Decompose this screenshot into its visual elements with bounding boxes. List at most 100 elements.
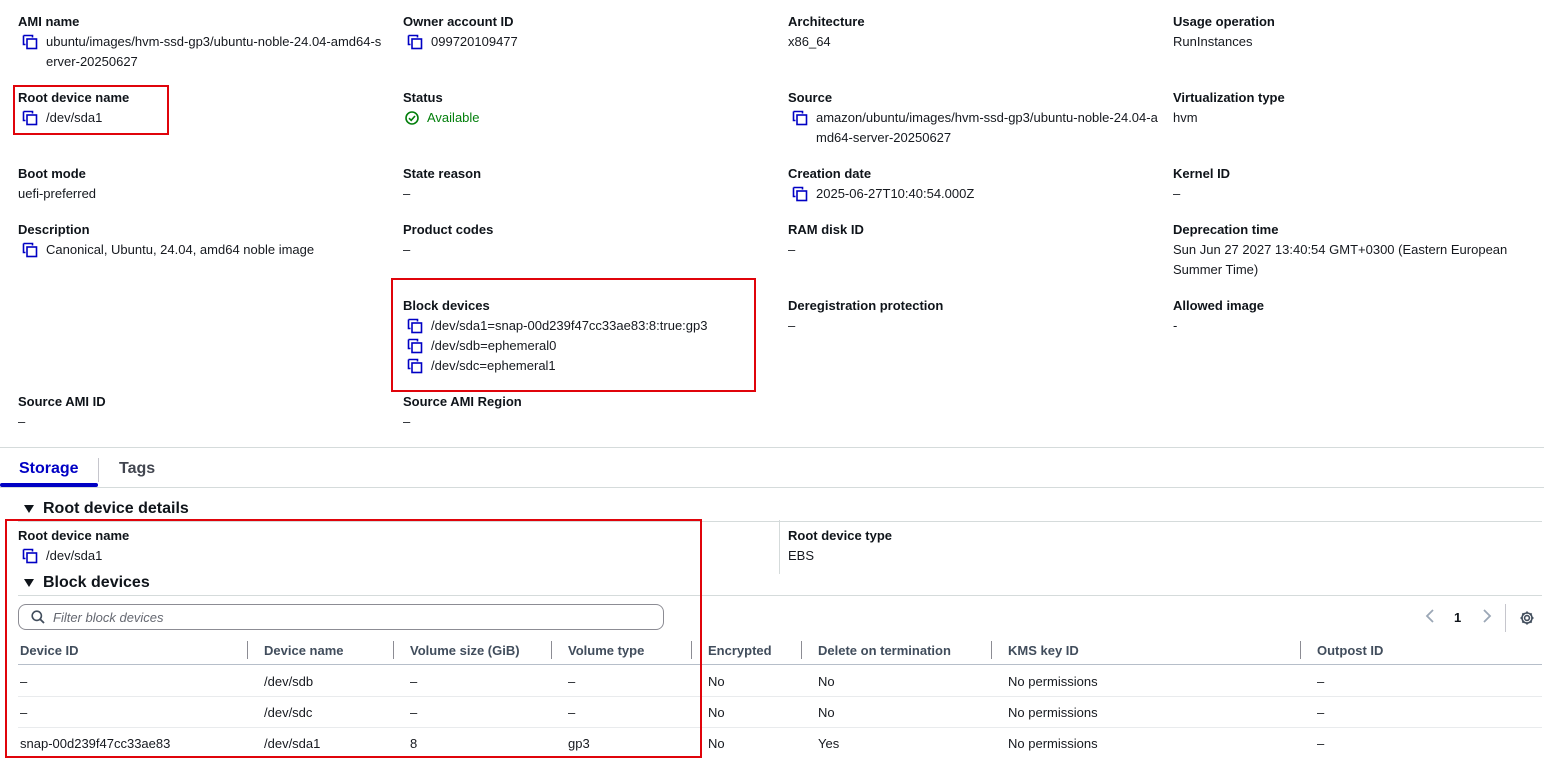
divider [0,447,1544,448]
field-boot-mode: Boot mode uefi-preferred [18,164,96,204]
column-header-delete-on-termination[interactable]: Delete on termination [818,642,951,660]
copy-icon[interactable] [792,110,808,126]
copy-icon[interactable] [22,242,38,258]
tab-storage[interactable]: Storage [19,458,79,480]
search-icon [31,610,45,624]
field-root-device-type: Root device type EBS [788,526,892,566]
column-header-volume-type[interactable]: Volume type [568,642,644,660]
cell-encrypted: No [708,736,725,751]
cell-volume-type: gp3 [568,736,590,751]
status-value: Available [427,110,480,125]
column-header-encrypted[interactable]: Encrypted [708,642,772,660]
divider [18,521,1542,522]
field-block-devices: Block devices /dev/sda1=snap-00d239f47cc… [403,296,707,376]
column-header-device-id[interactable]: Device ID [20,642,79,660]
copy-icon[interactable] [407,318,423,334]
block-device-value: /dev/sda1=snap-00d239f47cc33ae83:8:true:… [431,318,708,333]
field-label: Root device name [18,528,130,543]
creation-date-value: 2025-06-27T10:40:54.000Z [816,186,975,201]
column-divider [779,520,780,574]
cell-delete-on-termination: Yes [818,736,840,751]
column-resizer[interactable] [247,641,248,659]
section-title: Root device details [43,500,189,517]
cell-delete-on-termination: No [818,705,835,720]
copy-icon[interactable] [22,110,38,126]
copy-icon[interactable] [792,186,808,202]
source-value: amazon/ubuntu/images/hvm-ssd-gp3/ubuntu-… [816,110,1158,145]
column-header-volume-size[interactable]: Volume size (GiB) [410,642,520,660]
ram-disk-id-value: – [788,242,796,257]
prev-page-button[interactable] [1425,609,1435,626]
cell-kms-key-id: No permissions [1008,705,1098,720]
field-label: Status [403,90,443,105]
block-devices-header[interactable]: Block devices [18,572,150,594]
architecture-value: x86_64 [788,34,831,49]
field-source-ami-region: Source AMI Region – [403,392,522,432]
root-device-details-header[interactable]: Root device details [18,498,189,520]
column-resizer[interactable] [393,641,394,659]
column-resizer[interactable] [801,641,802,659]
tab-divider [98,458,99,482]
tab-tags[interactable]: Tags [119,458,155,480]
field-label: Source AMI Region [403,394,522,409]
column-header-device-name[interactable]: Device name [264,642,344,660]
field-label: Root device name [18,90,130,105]
filter-block-devices-input[interactable]: Filter block devices [18,604,664,630]
copy-icon[interactable] [407,34,423,50]
column-resizer[interactable] [991,641,992,659]
check-circle-icon [405,111,419,125]
column-resizer[interactable] [551,641,552,659]
field-source-ami-id: Source AMI ID – [18,392,106,432]
ami-name-value: ubuntu/images/hvm-ssd-gp3/ubuntu-noble-2… [46,34,382,69]
copy-icon[interactable] [407,358,423,374]
field-label: State reason [403,166,482,181]
divider [18,595,1542,596]
column-resizer[interactable] [691,641,692,659]
copy-icon[interactable] [22,548,38,564]
root-device-type-value: EBS [788,548,815,563]
deprecation-time-value: Sun Jun 27 2027 13:40:54 GMT+0300 (Easte… [1173,242,1508,277]
field-label: Usage operation [1173,14,1275,29]
cell-kms-key-id: No permissions [1008,736,1098,751]
field-label: Product codes [403,222,494,237]
column-header-kms-key-id[interactable]: KMS key ID [1008,642,1079,660]
field-state-reason: State reason – [403,164,481,204]
allowed-image-value: - [1173,318,1178,333]
cell-outpost-id: – [1317,674,1325,689]
gear-icon[interactable] [1519,610,1535,629]
next-page-button[interactable] [1482,609,1492,626]
cell-device-id: – [20,705,28,720]
source-ami-id-value: – [18,414,26,429]
field-label: Source AMI ID [18,394,106,409]
field-description: Description Canonical, Ubuntu, 24.04, am… [18,220,314,260]
row-divider [18,727,1542,728]
field-label: Virtualization type [1173,90,1285,105]
column-resizer[interactable] [1300,641,1301,659]
field-deregistration-protection: Deregistration protection – [788,296,943,336]
section-title: Block devices [43,574,150,591]
copy-icon[interactable] [407,338,423,354]
column-header-outpost-id[interactable]: Outpost ID [1317,642,1383,660]
field-kernel-id: Kernel ID – [1173,164,1230,204]
state-reason-value: – [403,186,411,201]
field-architecture: Architecture x86_64 [788,12,865,52]
field-label: Allowed image [1173,298,1265,313]
field-source: Source amazon/ubuntu/images/hvm-ssd-gp3/… [788,88,1158,148]
virtualization-type-value: hvm [1173,110,1198,125]
cell-volume-size: 8 [410,736,418,751]
page-number[interactable]: 1 [1454,610,1461,625]
copy-icon[interactable] [22,34,38,50]
field-label: Architecture [788,14,865,29]
source-ami-region-value: – [403,414,411,429]
field-root-device-name: Root device name /dev/sda1 [18,88,129,128]
cell-volume-type: – [568,674,576,689]
field-label: Creation date [788,166,872,181]
field-label: Boot mode [18,166,86,181]
field-label: Block devices [403,298,490,313]
field-label: Deprecation time [1173,222,1279,237]
cell-volume-size: – [410,705,418,720]
field-label: Root device type [788,528,893,543]
cell-device-name: /dev/sdc [264,705,313,720]
boot-mode-value: uefi-preferred [18,186,97,201]
field-status: Status Available [403,88,480,128]
